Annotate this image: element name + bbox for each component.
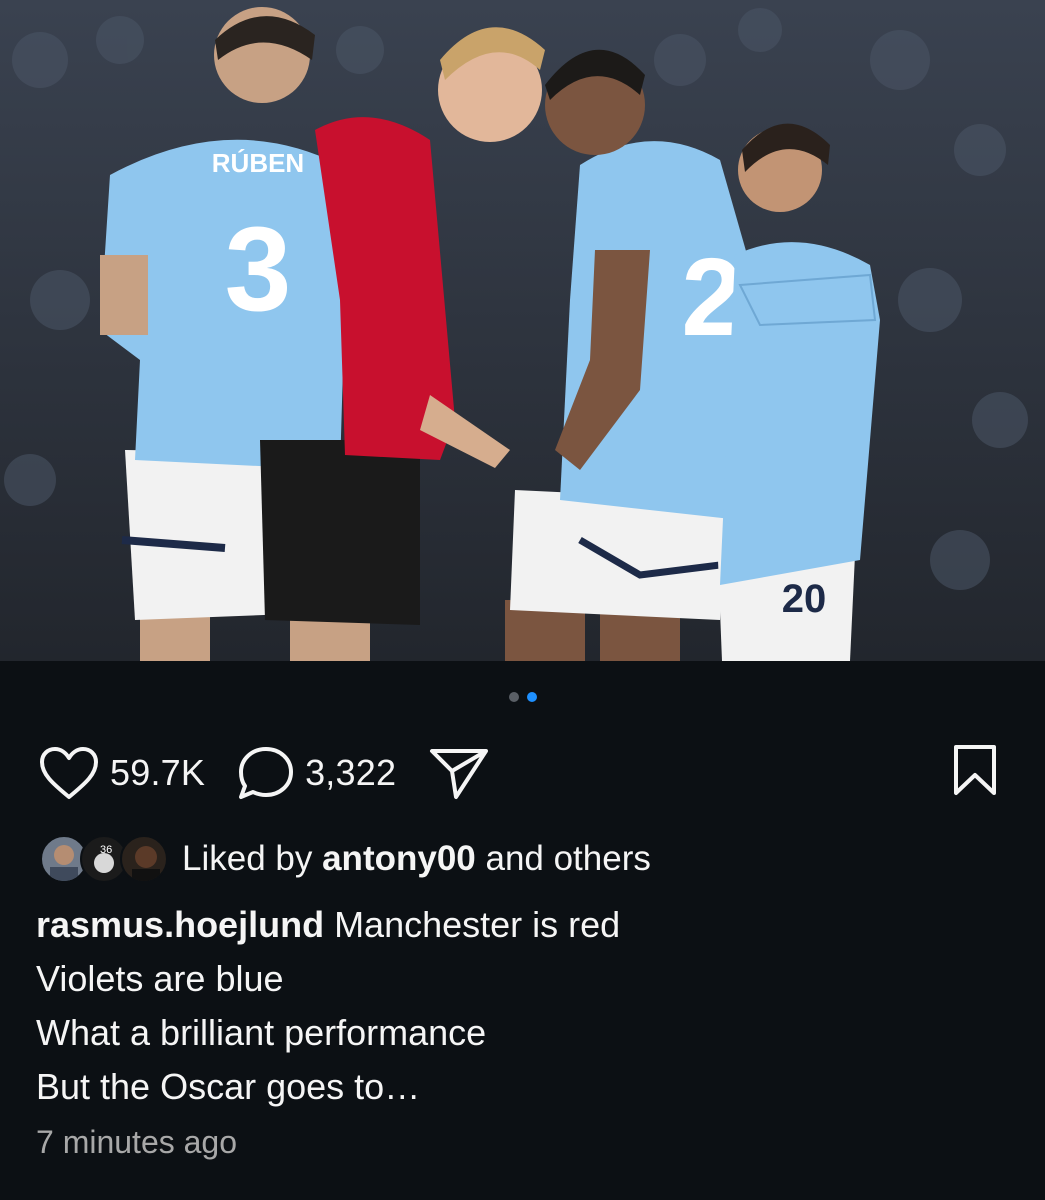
jersey-number-20: 20: [782, 577, 827, 621]
jersey-number-3: 3: [225, 202, 292, 336]
share-button[interactable]: [428, 745, 490, 801]
caption-line: What a brilliant performance: [36, 1012, 487, 1053]
heart-icon: [38, 745, 100, 801]
like-button[interactable]: 59.7K: [38, 745, 205, 801]
avatar-badge: 36: [100, 844, 112, 856]
carousel-indicator: [0, 692, 1045, 706]
carousel-dot: [508, 692, 519, 702]
jersey-name: RÚBEN: [212, 148, 304, 178]
liked-by-username[interactable]: antony00: [322, 839, 476, 878]
carousel-dot-active: [526, 692, 537, 702]
liked-by-text[interactable]: Liked by antony00 and others: [182, 839, 651, 879]
save-button[interactable]: [951, 743, 999, 802]
caption-username[interactable]: rasmus.hoejlund: [36, 904, 324, 945]
comment-button[interactable]: 3,322: [237, 745, 396, 801]
post-caption: rasmus.hoejlund Manchester is red Violet…: [36, 898, 996, 1114]
caption-line: Violets are blue: [36, 958, 284, 999]
action-bar: 59.7K 3,322: [38, 740, 999, 806]
like-count[interactable]: 59.7K: [110, 752, 205, 794]
comment-count: 3,322: [305, 752, 397, 793]
caption-line: Manchester is red: [324, 904, 621, 945]
comment-icon: [237, 745, 295, 801]
liked-by-prefix: Liked by: [182, 839, 323, 878]
post-image[interactable]: RÚBEN 3 2 20: [0, 0, 1045, 661]
send-icon: [428, 745, 490, 801]
liked-by-row[interactable]: 36 Liked by antony00 and others: [40, 832, 651, 886]
liked-avatars: 36: [40, 835, 168, 883]
caption-line: But the Oscar goes to…: [36, 1066, 421, 1107]
avatar: [120, 835, 168, 883]
post-timestamp: 7 minutes ago: [36, 1124, 238, 1160]
liked-by-suffix: and others: [475, 839, 651, 878]
bookmark-icon: [951, 745, 999, 801]
